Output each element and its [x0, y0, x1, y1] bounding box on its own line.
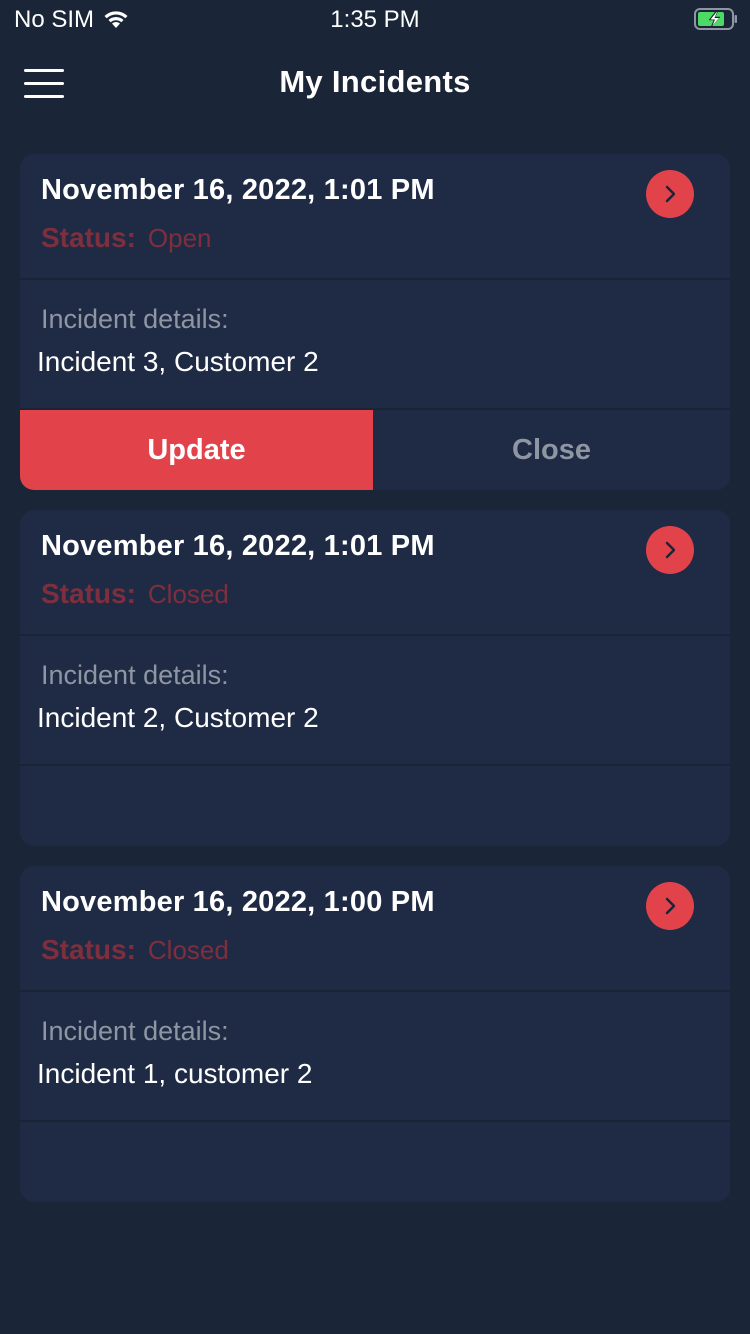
- details-label: Incident details:: [41, 304, 229, 334]
- incident-card-header: November 16, 2022, 1:00 PM Status: Close…: [20, 866, 730, 992]
- details-label: Incident details:: [41, 660, 229, 690]
- open-incident-button[interactable]: [646, 526, 694, 574]
- open-incident-button[interactable]: [646, 170, 694, 218]
- incident-status: Status: Closed: [41, 578, 229, 610]
- status-value: Closed: [147, 935, 229, 965]
- incident-date: November 16, 2022, 1:00 PM: [41, 886, 435, 918]
- chevron-right-icon: [665, 541, 676, 559]
- status-label: Status:: [41, 934, 136, 965]
- details-value: Incident 2, Customer 2: [37, 702, 319, 733]
- open-incident-button[interactable]: [646, 882, 694, 930]
- chevron-right-icon: [665, 185, 676, 203]
- status-time: 1:35 PM: [330, 6, 420, 33]
- status-label: Status:: [41, 222, 136, 253]
- incident-details: Incident details: Incident 2, Customer 2: [20, 636, 730, 766]
- incident-date: November 16, 2022, 1:01 PM: [41, 530, 435, 562]
- incident-details: Incident details: Incident 3, Customer 2: [20, 280, 730, 410]
- status-label: Status:: [41, 578, 136, 609]
- nav-header: My Incidents: [0, 44, 750, 124]
- status-value: Open: [147, 223, 212, 253]
- incident-actions-empty: [20, 1122, 730, 1202]
- details-value: Incident 3, Customer 2: [37, 346, 319, 377]
- update-button[interactable]: Update: [20, 410, 373, 490]
- incident-actions: Update Close: [20, 410, 730, 490]
- incident-date: November 16, 2022, 1:01 PM: [41, 174, 435, 206]
- incident-card: November 16, 2022, 1:01 PM Status: Close…: [20, 510, 730, 846]
- battery-charging-icon: [694, 8, 737, 30]
- page-title: My Incidents: [279, 64, 471, 99]
- details-value: Incident 1, customer 2: [37, 1058, 313, 1089]
- status-value: Closed: [147, 579, 229, 609]
- chevron-right-icon: [665, 897, 676, 915]
- incident-card: November 16, 2022, 1:00 PM Status: Close…: [20, 866, 730, 1202]
- incident-details: Incident details: Incident 1, customer 2: [20, 992, 730, 1122]
- incident-card: November 16, 2022, 1:01 PM Status: Open …: [20, 154, 730, 490]
- incident-status: Status: Open: [41, 222, 212, 254]
- status-bar: No SIM 1:35 PM: [0, 0, 750, 40]
- details-label: Incident details:: [41, 1016, 229, 1046]
- incident-card-header: November 16, 2022, 1:01 PM Status: Open: [20, 154, 730, 280]
- incident-card-header: November 16, 2022, 1:01 PM Status: Close…: [20, 510, 730, 636]
- incident-status: Status: Closed: [41, 934, 229, 966]
- close-button[interactable]: Close: [373, 410, 730, 490]
- incident-actions-empty: [20, 766, 730, 846]
